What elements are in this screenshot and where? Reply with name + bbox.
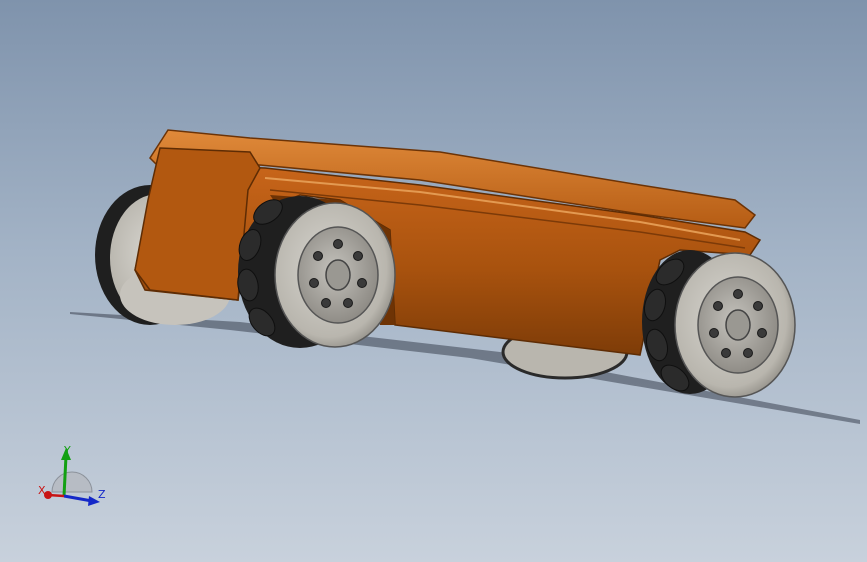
y-axis-label: Y — [63, 444, 71, 457]
z-axis-line — [63, 494, 93, 503]
wheel-front-right[interactable] — [235, 195, 396, 348]
3d-viewport[interactable]: Y X Z — [0, 0, 867, 562]
y-axis-line — [62, 455, 68, 497]
wheel-rear-right[interactable] — [641, 250, 796, 398]
x-axis-label: X — [38, 484, 46, 497]
z-axis-label: Z — [98, 488, 106, 501]
robot-chassis-model[interactable] — [0, 0, 867, 562]
coordinate-triad[interactable]: Y X Z — [34, 440, 114, 520]
